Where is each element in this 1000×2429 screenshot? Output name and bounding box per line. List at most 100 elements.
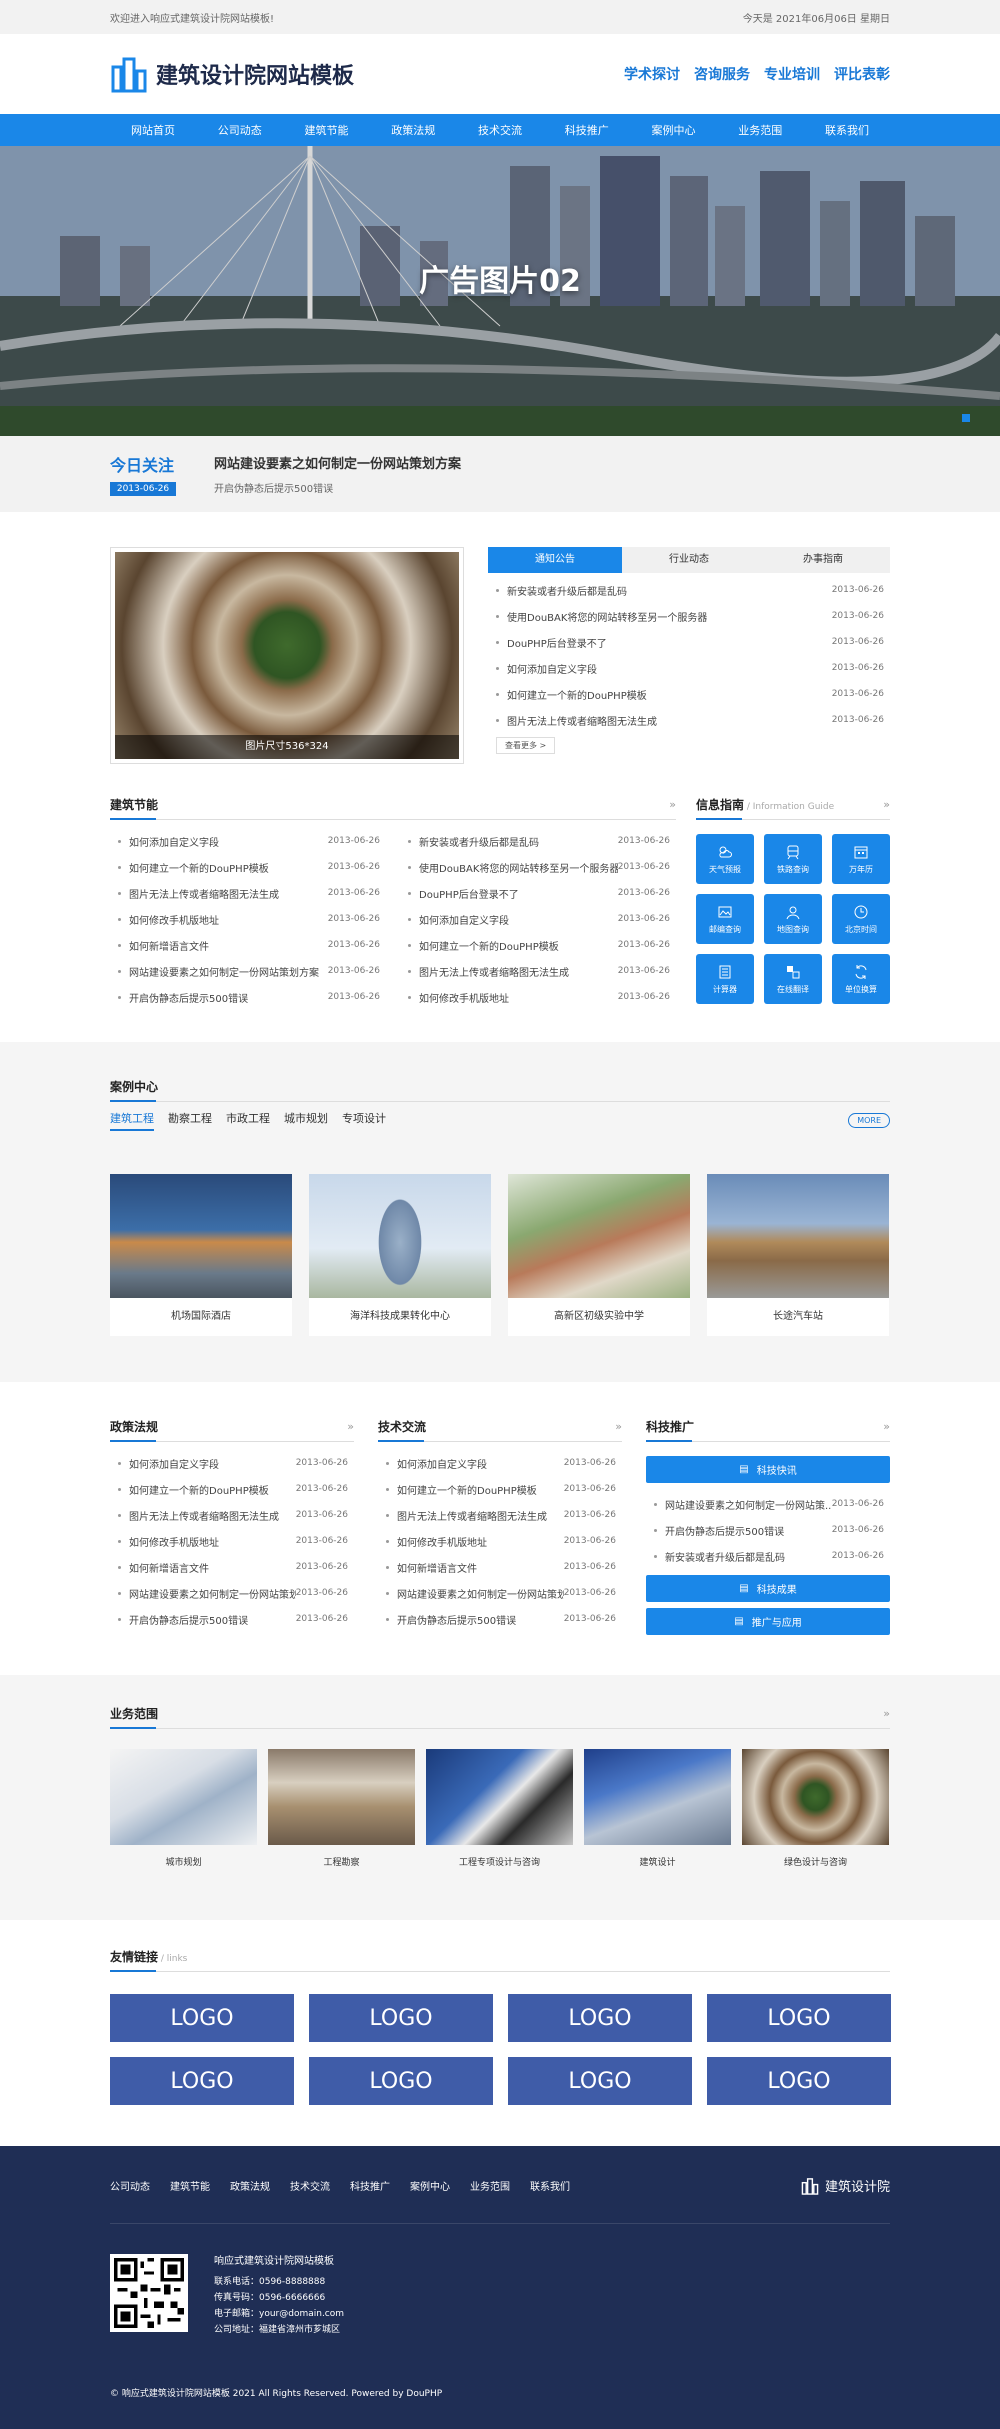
footer-link[interactable]: 政策法规 [230, 2178, 270, 2193]
footer-link[interactable]: 公司动态 [110, 2178, 150, 2193]
featured-photo[interactable]: 图片尺寸536*324 [110, 547, 464, 764]
partner-logo[interactable]: LOGO [309, 1994, 493, 2042]
footer-link[interactable]: 业务范围 [470, 2178, 510, 2193]
list-item[interactable]: 如何添加自定义字段 2013-06-26 [400, 906, 676, 932]
header-link[interactable]: 评比表彰 [834, 64, 890, 84]
case-tab[interactable]: 建筑工程 [110, 1110, 154, 1131]
info-train-button[interactable]: 铁路查询 [764, 834, 822, 884]
case-tab[interactable]: 城市规划 [284, 1110, 328, 1131]
info-time-button[interactable]: 北京时间 [832, 894, 890, 944]
list-item[interactable]: 开启伪静态后提示500错误 2013-06-26 [110, 1606, 354, 1632]
footer-logo[interactable]: 建筑设计院 [801, 2176, 890, 2195]
info-weather-button[interactable]: 天气预报 [696, 834, 754, 884]
list-item[interactable]: 图片无法上传或者缩略图无法生成 2013-06-26 [378, 1502, 622, 1528]
nav-item-news[interactable]: 公司动态 [197, 122, 283, 138]
nav-item-policy[interactable]: 政策法规 [370, 122, 456, 138]
nav-item-home[interactable]: 网站首页 [110, 122, 196, 138]
case-card[interactable]: 长途汽车站 [707, 1174, 889, 1336]
list-item[interactable]: 网站建设要素之如何制定一份网站策划方案 2013-06-26 [110, 958, 386, 984]
list-item[interactable]: 如何修改手机版地址 2013-06-26 [378, 1528, 622, 1554]
partner-logo[interactable]: LOGO [508, 2057, 692, 2105]
list-item[interactable]: 图片无法上传或者缩略图无法生成 2013-06-26 [488, 707, 890, 733]
nav-item-business[interactable]: 业务范围 [717, 122, 803, 138]
case-card[interactable]: 海洋科技成果转化中心 [309, 1174, 491, 1336]
nav-item-energy[interactable]: 建筑节能 [284, 122, 370, 138]
list-item[interactable]: 如何新增语言文件 2013-06-26 [110, 932, 386, 958]
header-link[interactable]: 学术探讨 [624, 64, 680, 84]
list-item[interactable]: 如何修改手机版地址 2013-06-26 [400, 984, 676, 1010]
double-chevron-right-icon[interactable]: » [615, 1420, 622, 1433]
double-chevron-right-icon[interactable]: » [669, 798, 676, 811]
list-item[interactable]: 如何添加自定义字段 2013-06-26 [378, 1450, 622, 1476]
list-item[interactable]: 如何建立一个新的DouPHP模板 2013-06-26 [110, 1476, 354, 1502]
partner-logo[interactable]: LOGO [508, 1994, 692, 2042]
list-item[interactable]: 如何添加自定义字段 2013-06-26 [110, 828, 386, 854]
tab-industry[interactable]: 行业动态 [622, 547, 756, 573]
business-card[interactable]: 绿色设计与咨询 [742, 1749, 889, 1868]
list-item[interactable]: 网站建设要素之如何制定一份网站策... 2013-06-26 [646, 1491, 890, 1517]
list-item[interactable]: 如何添加自定义字段 2013-06-26 [110, 1450, 354, 1476]
tech-results-button[interactable]: ▤ 科技成果 [646, 1575, 890, 1602]
notice-more-button[interactable]: 查看更多 > [496, 737, 556, 754]
header-link[interactable]: 咨询服务 [694, 64, 750, 84]
list-item[interactable]: 如何新增语言文件 2013-06-26 [378, 1554, 622, 1580]
nav-item-contact[interactable]: 联系我们 [804, 122, 890, 138]
double-chevron-right-icon[interactable]: » [883, 1707, 890, 1720]
case-tab[interactable]: 专项设计 [342, 1110, 386, 1131]
business-card[interactable]: 工程专项设计与咨询 [426, 1749, 573, 1868]
list-item[interactable]: 如何建立一个新的DouPHP模板 2013-06-26 [110, 854, 386, 880]
case-card[interactable]: 高新区初级实验中学 [508, 1174, 690, 1336]
list-item[interactable]: 如何建立一个新的DouPHP模板 2013-06-26 [378, 1476, 622, 1502]
promotion-button[interactable]: ▤ 推广与应用 [646, 1608, 890, 1635]
partner-logo[interactable]: LOGO [309, 2057, 493, 2105]
info-map-button[interactable]: 地图查询 [764, 894, 822, 944]
nav-item-promo[interactable]: 科技推广 [544, 122, 630, 138]
list-item[interactable]: 图片无法上传或者缩略图无法生成 2013-06-26 [400, 958, 676, 984]
list-item[interactable]: 如何建立一个新的DouPHP模板 2013-06-26 [488, 681, 890, 707]
nav-item-tech[interactable]: 技术交流 [457, 122, 543, 138]
list-item[interactable]: 图片无法上传或者缩略图无法生成 2013-06-26 [110, 1502, 354, 1528]
list-item[interactable]: 使用DouBAK将您的网站转移至另一个服务器 2013-06-26 [488, 603, 890, 629]
double-chevron-right-icon[interactable]: » [883, 1420, 890, 1433]
footer-link[interactable]: 案例中心 [410, 2178, 450, 2193]
list-item[interactable]: 网站建设要素之如何制定一份网站策划... 2013-06-26 [378, 1580, 622, 1606]
list-item[interactable]: DouPHP后台登录不了 2013-06-26 [400, 880, 676, 906]
tab-guide[interactable]: 办事指南 [756, 547, 890, 573]
double-chevron-right-icon[interactable]: » [347, 1420, 354, 1433]
hero-banner[interactable]: 广告图片02 [0, 146, 1000, 436]
list-item[interactable]: 图片无法上传或者缩略图无法生成 2013-06-26 [110, 880, 386, 906]
info-postcode-button[interactable]: 邮编查询 [696, 894, 754, 944]
partner-logo[interactable]: LOGO [110, 2057, 294, 2105]
case-card[interactable]: 机场国际酒店 [110, 1174, 292, 1336]
case-more-button[interactable]: MORE [848, 1112, 890, 1128]
list-item[interactable]: 如何修改手机版地址 2013-06-26 [110, 906, 386, 932]
info-calendar-button[interactable]: 万年历 [832, 834, 890, 884]
today-headline[interactable]: 网站建设要素之如何制定一份网站策划方案 [214, 453, 461, 472]
case-tab[interactable]: 勘察工程 [168, 1110, 212, 1131]
list-item[interactable]: 新安装或者升级后都是乱码 2013-06-26 [488, 577, 890, 603]
case-tab[interactable]: 市政工程 [226, 1110, 270, 1131]
list-item[interactable]: 新安装或者升级后都是乱码 2013-06-26 [646, 1543, 890, 1569]
partner-logo[interactable]: LOGO [707, 2057, 891, 2105]
list-item[interactable]: 如何添加自定义字段 2013-06-26 [488, 655, 890, 681]
double-chevron-right-icon[interactable]: » [883, 798, 890, 811]
footer-link[interactable]: 技术交流 [290, 2178, 330, 2193]
list-item[interactable]: 新安装或者升级后都是乱码 2013-06-26 [400, 828, 676, 854]
info-translate-button[interactable]: 在线翻译 [764, 954, 822, 1004]
partner-logo[interactable]: LOGO [110, 1994, 294, 2042]
site-logo[interactable]: 建筑设计院网站模板 [110, 55, 354, 93]
list-item[interactable]: 开启伪静态后提示500错误 2013-06-26 [110, 984, 386, 1010]
tech-news-button[interactable]: ▤ 科技快讯 [646, 1456, 890, 1483]
list-item[interactable]: 如何修改手机版地址 2013-06-26 [110, 1528, 354, 1554]
list-item[interactable]: 开启伪静态后提示500错误 2013-06-26 [378, 1606, 622, 1632]
list-item[interactable]: 如何建立一个新的DouPHP模板 2013-06-26 [400, 932, 676, 958]
business-card[interactable]: 城市规划 [110, 1749, 257, 1868]
partner-logo[interactable]: LOGO [707, 1994, 891, 2042]
list-item[interactable]: 开启伪静态后提示500错误 2013-06-26 [646, 1517, 890, 1543]
footer-link[interactable]: 联系我们 [530, 2178, 570, 2193]
info-calculator-button[interactable]: 计算器 [696, 954, 754, 1004]
list-item[interactable]: 如何新增语言文件 2013-06-26 [110, 1554, 354, 1580]
nav-item-cases[interactable]: 案例中心 [631, 122, 717, 138]
business-card[interactable]: 建筑设计 [584, 1749, 731, 1868]
footer-link[interactable]: 科技推广 [350, 2178, 390, 2193]
